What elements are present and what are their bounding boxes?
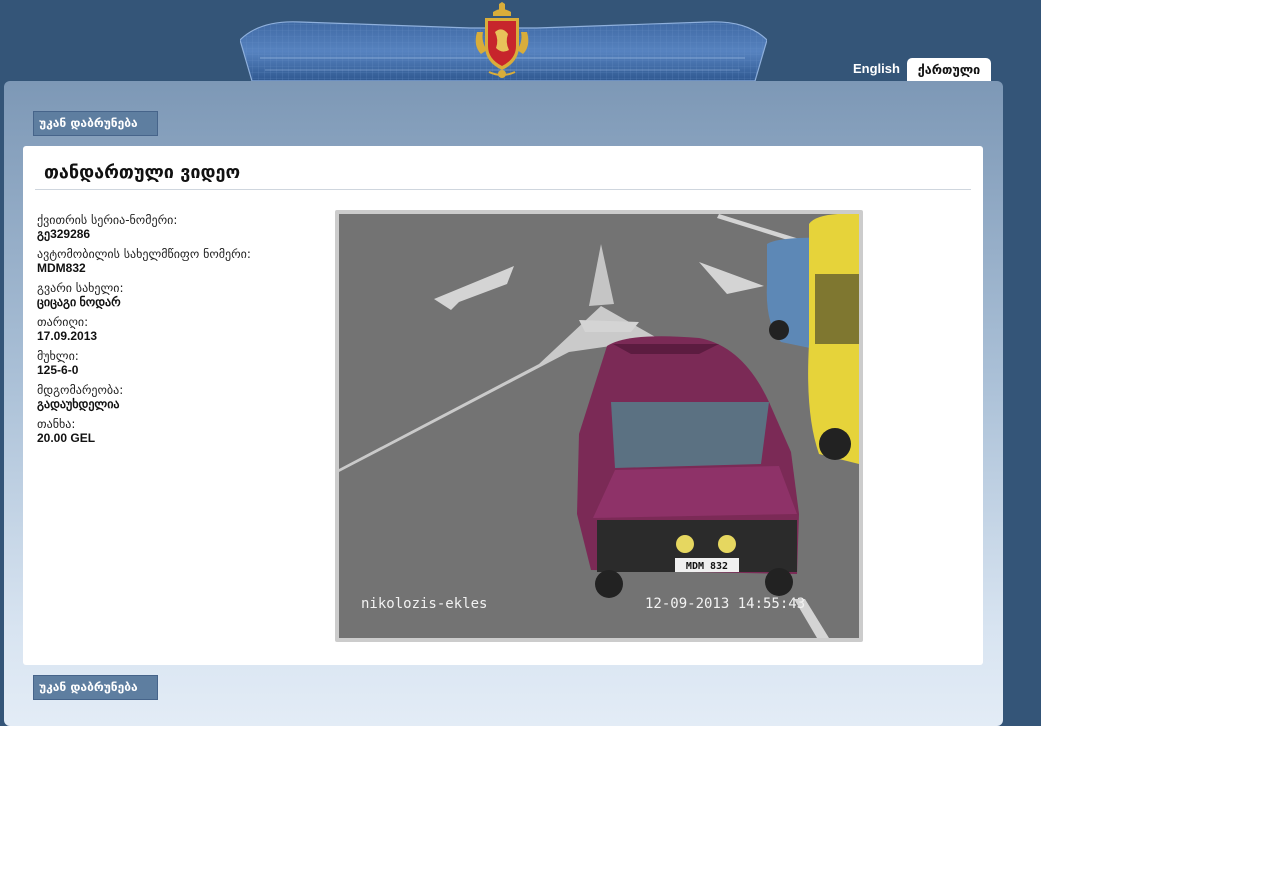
field-value: 17.09.2013 (37, 329, 98, 343)
field-value: გადაუხდელია (37, 397, 120, 411)
field-receipt-number: ქვითრის სერია-ნომერი: გე329286 (37, 213, 327, 241)
field-label: თანხა: (37, 417, 76, 431)
details-card: თანდართული ვიდეო ქვითრის სერია-ნომერი: გ… (23, 146, 983, 665)
field-plate-number: ავტომობილის სახელმწიფო ნომერი: MDM832 (37, 247, 327, 275)
page-title: თანდართული ვიდეო (44, 162, 241, 183)
license-plate-text: MDM 832 (686, 561, 728, 572)
field-value: ციცაგი ნოდარ (37, 295, 121, 309)
video-timestamp: 12-09-2013 14:55:43 (645, 596, 805, 612)
field-amount: თანხა: 20.00 GEL (37, 417, 327, 445)
field-full-name: გვარი სახელი: ციცაგი ნოდარ (37, 281, 327, 309)
field-value: MDM832 (37, 261, 86, 275)
field-value: 125-6-0 (37, 363, 79, 377)
traffic-camera-video[interactable]: nikolozis-ekles 12-09-2013 14:55:43 MDM … (339, 214, 859, 638)
language-english-link[interactable]: English (853, 61, 900, 76)
language-georgian-tab[interactable]: ქართული (907, 58, 991, 81)
field-status: მდგომარეობა: გადაუხდელია (37, 383, 327, 411)
camera-location-label: nikolozis-ekles (361, 596, 487, 612)
field-article: მუხლი: 125-6-0 (37, 349, 327, 377)
field-label: მდგომარეობა: (37, 383, 124, 397)
back-button-bottom[interactable]: უკან დაბრუნება (33, 675, 158, 700)
field-date: თარიღი: 17.09.2013 (37, 315, 327, 343)
coat-of-arms-icon (475, 2, 529, 78)
field-label: ქვითრის სერია-ნომერი: (37, 213, 178, 227)
ticket-details: ქვითრის სერია-ნომერი: გე329286 ავტომობილ… (37, 213, 327, 451)
back-button-top[interactable]: უკან დაბრუნება (33, 111, 158, 136)
field-value: 20.00 GEL (37, 431, 96, 445)
field-label: მუხლი: (37, 349, 79, 363)
title-divider (35, 189, 971, 190)
field-label: თარიღი: (37, 315, 89, 329)
field-label: ავტომობილის სახელმწიფო ნომერი: (37, 247, 251, 261)
video-frame: nikolozis-ekles 12-09-2013 14:55:43 MDM … (335, 210, 863, 642)
field-value: გე329286 (37, 227, 91, 241)
field-label: გვარი სახელი: (37, 281, 124, 295)
